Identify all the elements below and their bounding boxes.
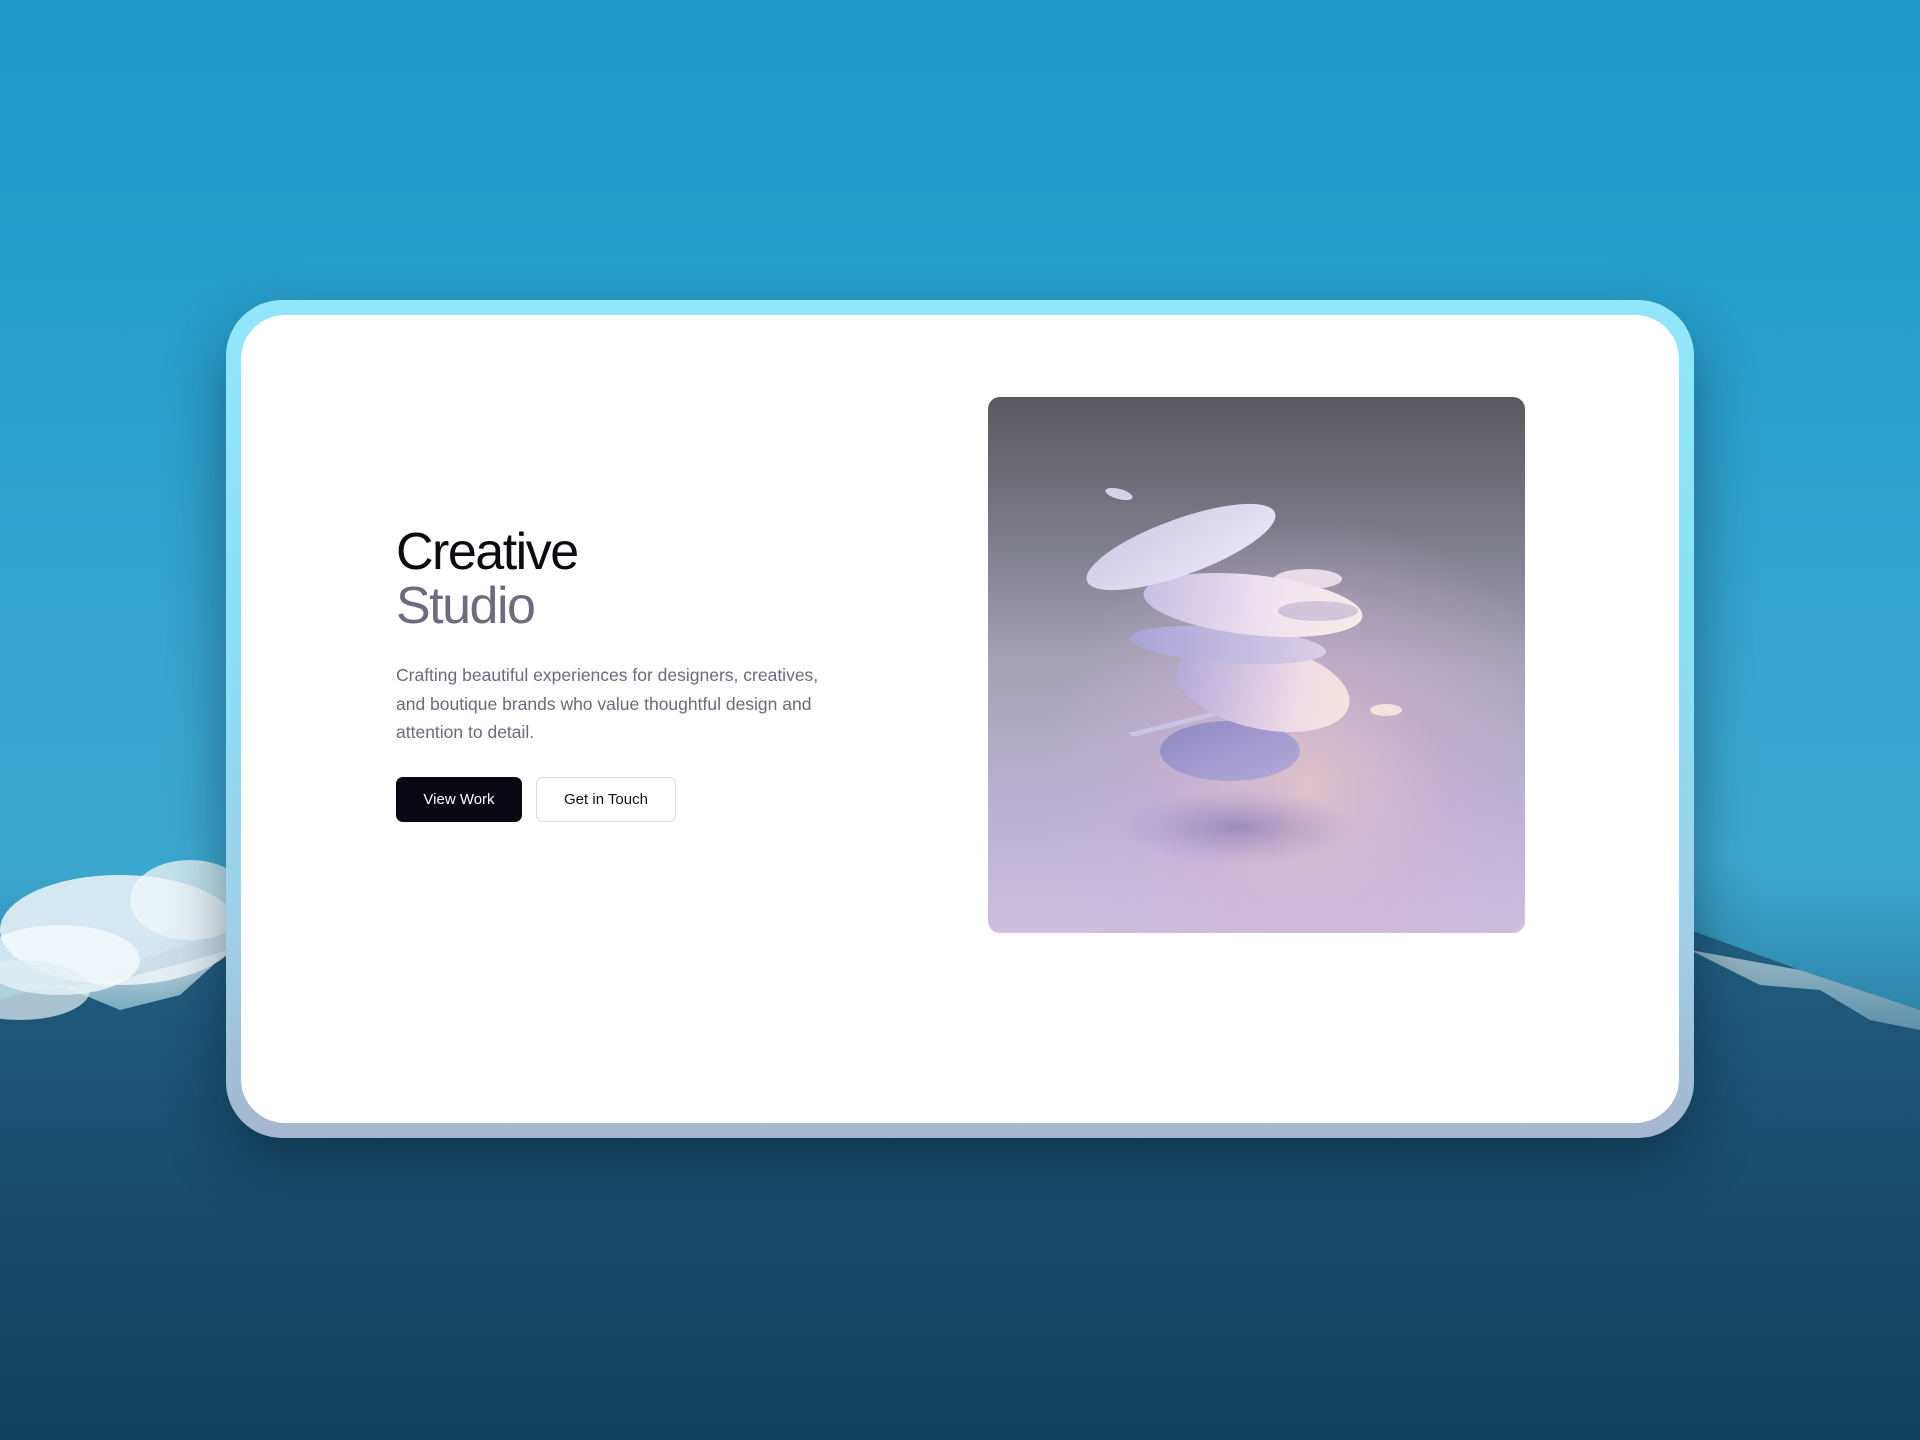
card-frame: Creative Studio Crafting beautiful exper…: [226, 300, 1694, 1138]
hero-card: Creative Studio Crafting beautiful exper…: [241, 315, 1679, 1123]
hero-artwork-image: [988, 397, 1525, 933]
hero-description: Crafting beautiful experiences for desig…: [396, 665, 819, 742]
get-in-touch-button[interactable]: Get in Touch: [536, 776, 676, 822]
hero-text-block: Creative Studio Crafting beautiful exper…: [396, 525, 856, 822]
view-work-button[interactable]: View Work: [396, 776, 522, 822]
hero-title-line2: Studio: [396, 577, 536, 635]
hero-title-line1: Creative: [396, 523, 579, 581]
hero-actions: View Work Get in Touch: [396, 776, 856, 822]
